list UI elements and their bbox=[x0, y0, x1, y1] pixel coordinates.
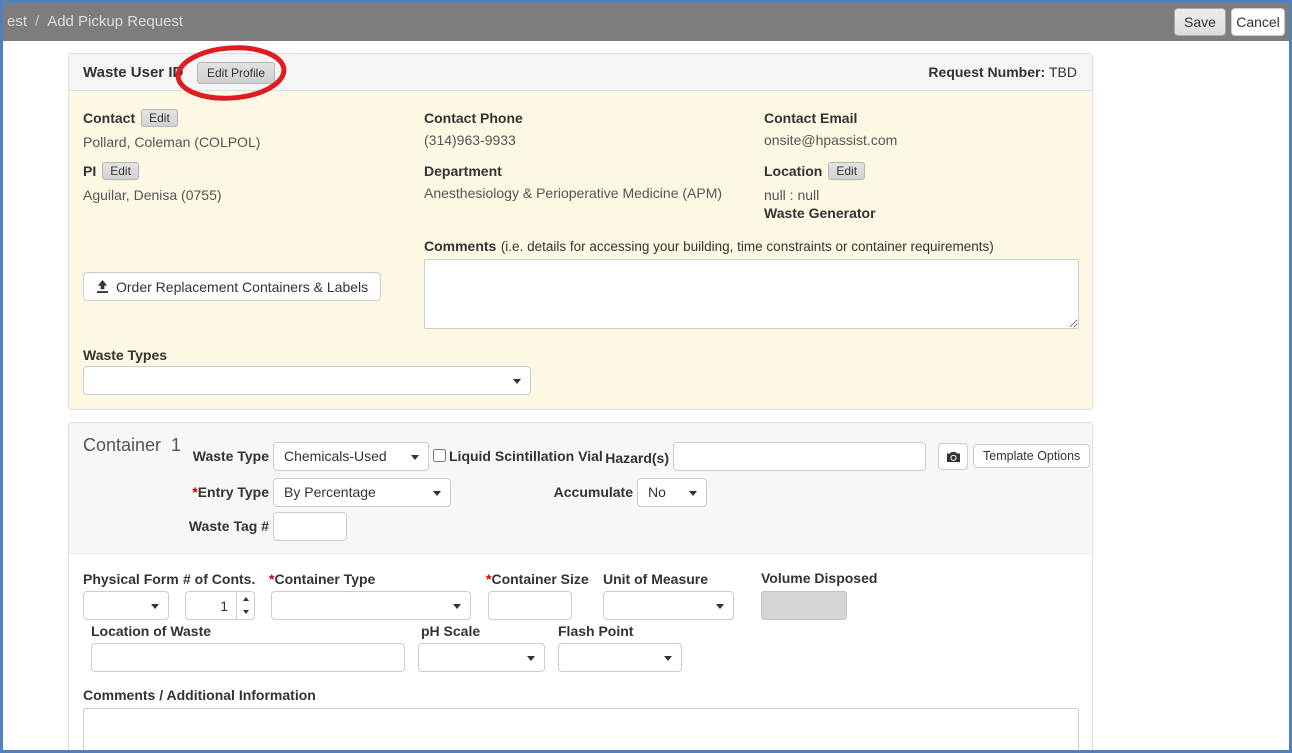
caret-down-icon bbox=[664, 656, 672, 661]
caret-down-icon bbox=[433, 491, 441, 496]
contact-value: Pollard, Coleman (COLPOL) bbox=[83, 134, 260, 150]
accumulate-value: No bbox=[648, 484, 666, 500]
camera-button[interactable] bbox=[938, 443, 968, 470]
department-label: Department bbox=[424, 163, 502, 179]
pi-edit-button[interactable]: Edit bbox=[102, 162, 139, 180]
additional-comments-textarea[interactable] bbox=[83, 708, 1079, 753]
profile-panel-body: Contact Edit Pollard, Coleman (COLPOL) PI… bbox=[69, 91, 1092, 409]
pi-field: PI Edit bbox=[83, 162, 139, 181]
order-replacement-label: Order Replacement Containers & Labels bbox=[116, 279, 368, 295]
entry-type-label: *Entry Type bbox=[169, 484, 269, 500]
breadcrumb-parent[interactable]: est bbox=[7, 13, 27, 30]
top-bar: est / Add Pickup Request Save Cancel bbox=[3, 3, 1289, 41]
comments-field-label: Comments (i.e. details for accessing you… bbox=[424, 238, 994, 256]
request-number-value: TBD bbox=[1049, 64, 1077, 80]
order-replacement-button[interactable]: Order Replacement Containers & Labels bbox=[83, 272, 381, 301]
container-type-label: *Container Type bbox=[269, 571, 375, 587]
cancel-button[interactable]: Cancel bbox=[1231, 8, 1285, 36]
request-number: Request Number: TBD bbox=[928, 54, 1077, 91]
caret-down-icon bbox=[716, 604, 724, 609]
physical-form-label: Physical Form bbox=[83, 571, 179, 587]
request-number-label: Request Number: bbox=[928, 64, 1045, 80]
hazards-input[interactable] bbox=[673, 442, 926, 471]
location-of-waste-input[interactable] bbox=[91, 643, 405, 672]
container-size-label: *Container Size bbox=[486, 571, 589, 587]
caret-down-icon bbox=[689, 491, 697, 496]
waste-tag-label: Waste Tag # bbox=[169, 518, 269, 534]
spinner-down-icon[interactable] bbox=[237, 606, 254, 620]
unit-of-measure-label: Unit of Measure bbox=[603, 571, 708, 587]
location-field: Location Edit bbox=[764, 162, 865, 181]
save-button[interactable]: Save bbox=[1174, 8, 1226, 36]
location-label: Location bbox=[764, 163, 822, 179]
entry-type-value: By Percentage bbox=[284, 484, 376, 500]
comments-textarea[interactable] bbox=[424, 259, 1079, 329]
contact-email-value: onsite@hpassist.com bbox=[764, 132, 897, 148]
spinner-up-icon[interactable] bbox=[237, 592, 254, 606]
breadcrumb: est / Add Pickup Request bbox=[7, 3, 183, 41]
caret-down-icon bbox=[411, 455, 419, 460]
num-conts-input[interactable] bbox=[185, 591, 237, 620]
location-value: null : null bbox=[764, 187, 819, 203]
caret-down-icon bbox=[513, 379, 521, 384]
num-conts-stepper bbox=[185, 591, 255, 620]
container-type-select[interactable] bbox=[271, 591, 471, 620]
location-edit-button[interactable]: Edit bbox=[828, 162, 865, 180]
contact-phone-label: Contact Phone bbox=[424, 110, 523, 126]
waste-generator-label: Waste Generator bbox=[764, 205, 876, 221]
caret-down-icon bbox=[453, 604, 461, 609]
contact-edit-button[interactable]: Edit bbox=[141, 109, 178, 127]
hazards-label: Hazard(s) bbox=[579, 450, 669, 466]
panel-title: Waste User ID bbox=[83, 54, 183, 91]
waste-type-label: Waste Type bbox=[179, 448, 269, 464]
contact-email-label: Contact Email bbox=[764, 110, 857, 126]
container-title-text: Container bbox=[83, 435, 161, 455]
ph-scale-select[interactable] bbox=[418, 643, 545, 672]
additional-comments-label: Comments / Additional Information bbox=[83, 687, 316, 703]
profile-panel-header: Waste User ID Edit Profile Request Numbe… bbox=[69, 54, 1092, 91]
waste-tag-input[interactable] bbox=[273, 512, 347, 541]
breadcrumb-separator: / bbox=[35, 13, 39, 30]
flash-point-label: Flash Point bbox=[558, 623, 633, 639]
add-pickup-request-window: est / Add Pickup Request Save Cancel Waste… bbox=[0, 0, 1292, 753]
comments-hint: (i.e. details for accessing your buildin… bbox=[501, 239, 994, 254]
liquid-scintillation-vial-checkbox[interactable] bbox=[433, 449, 446, 462]
waste-types-select[interactable] bbox=[83, 366, 531, 395]
contact-field: Contact Edit bbox=[83, 109, 178, 128]
container-title: Container1 bbox=[83, 435, 181, 456]
unit-of-measure-select[interactable] bbox=[603, 591, 734, 620]
num-conts-spinner bbox=[237, 591, 255, 620]
contact-phone-value: (314)963-9933 bbox=[424, 132, 516, 148]
num-conts-label: # of Conts. bbox=[183, 571, 255, 587]
caret-down-icon bbox=[527, 656, 535, 661]
entry-type-select[interactable]: By Percentage bbox=[273, 478, 451, 507]
edit-profile-button[interactable]: Edit Profile bbox=[197, 62, 275, 84]
ph-scale-label: pH Scale bbox=[421, 623, 480, 639]
container-panel: Container1 Waste Type Chemicals-Used Liq… bbox=[68, 422, 1093, 753]
physical-form-select[interactable] bbox=[83, 591, 169, 620]
breadcrumb-current: Add Pickup Request bbox=[47, 13, 183, 30]
department-value: Anesthesiology & Perioperative Medicine … bbox=[424, 185, 722, 201]
location-of-waste-label: Location of Waste bbox=[91, 623, 211, 639]
volume-disposed-input bbox=[761, 591, 847, 620]
comments-label: Comments bbox=[424, 238, 496, 254]
caret-down-icon bbox=[151, 604, 159, 609]
pi-label: PI bbox=[83, 163, 96, 179]
camera-icon bbox=[946, 451, 961, 463]
template-options-button[interactable]: Template Options bbox=[973, 444, 1090, 468]
pi-value: Aguilar, Denisa (0755) bbox=[83, 187, 222, 203]
flash-point-select[interactable] bbox=[558, 643, 682, 672]
contact-label: Contact bbox=[83, 110, 135, 126]
container-size-input[interactable] bbox=[488, 591, 572, 620]
waste-user-profile-panel: Waste User ID Edit Profile Request Numbe… bbox=[68, 53, 1093, 410]
volume-disposed-label: Volume Disposed bbox=[761, 570, 877, 586]
accumulate-label: Accumulate bbox=[533, 484, 633, 500]
waste-types-label: Waste Types bbox=[83, 347, 167, 363]
container-header-section: Container1 Waste Type Chemicals-Used Liq… bbox=[69, 423, 1092, 554]
waste-type-value: Chemicals-Used bbox=[284, 448, 387, 464]
waste-type-select[interactable]: Chemicals-Used bbox=[273, 442, 429, 471]
accumulate-select[interactable]: No bbox=[637, 478, 707, 507]
upload-icon bbox=[96, 280, 109, 293]
